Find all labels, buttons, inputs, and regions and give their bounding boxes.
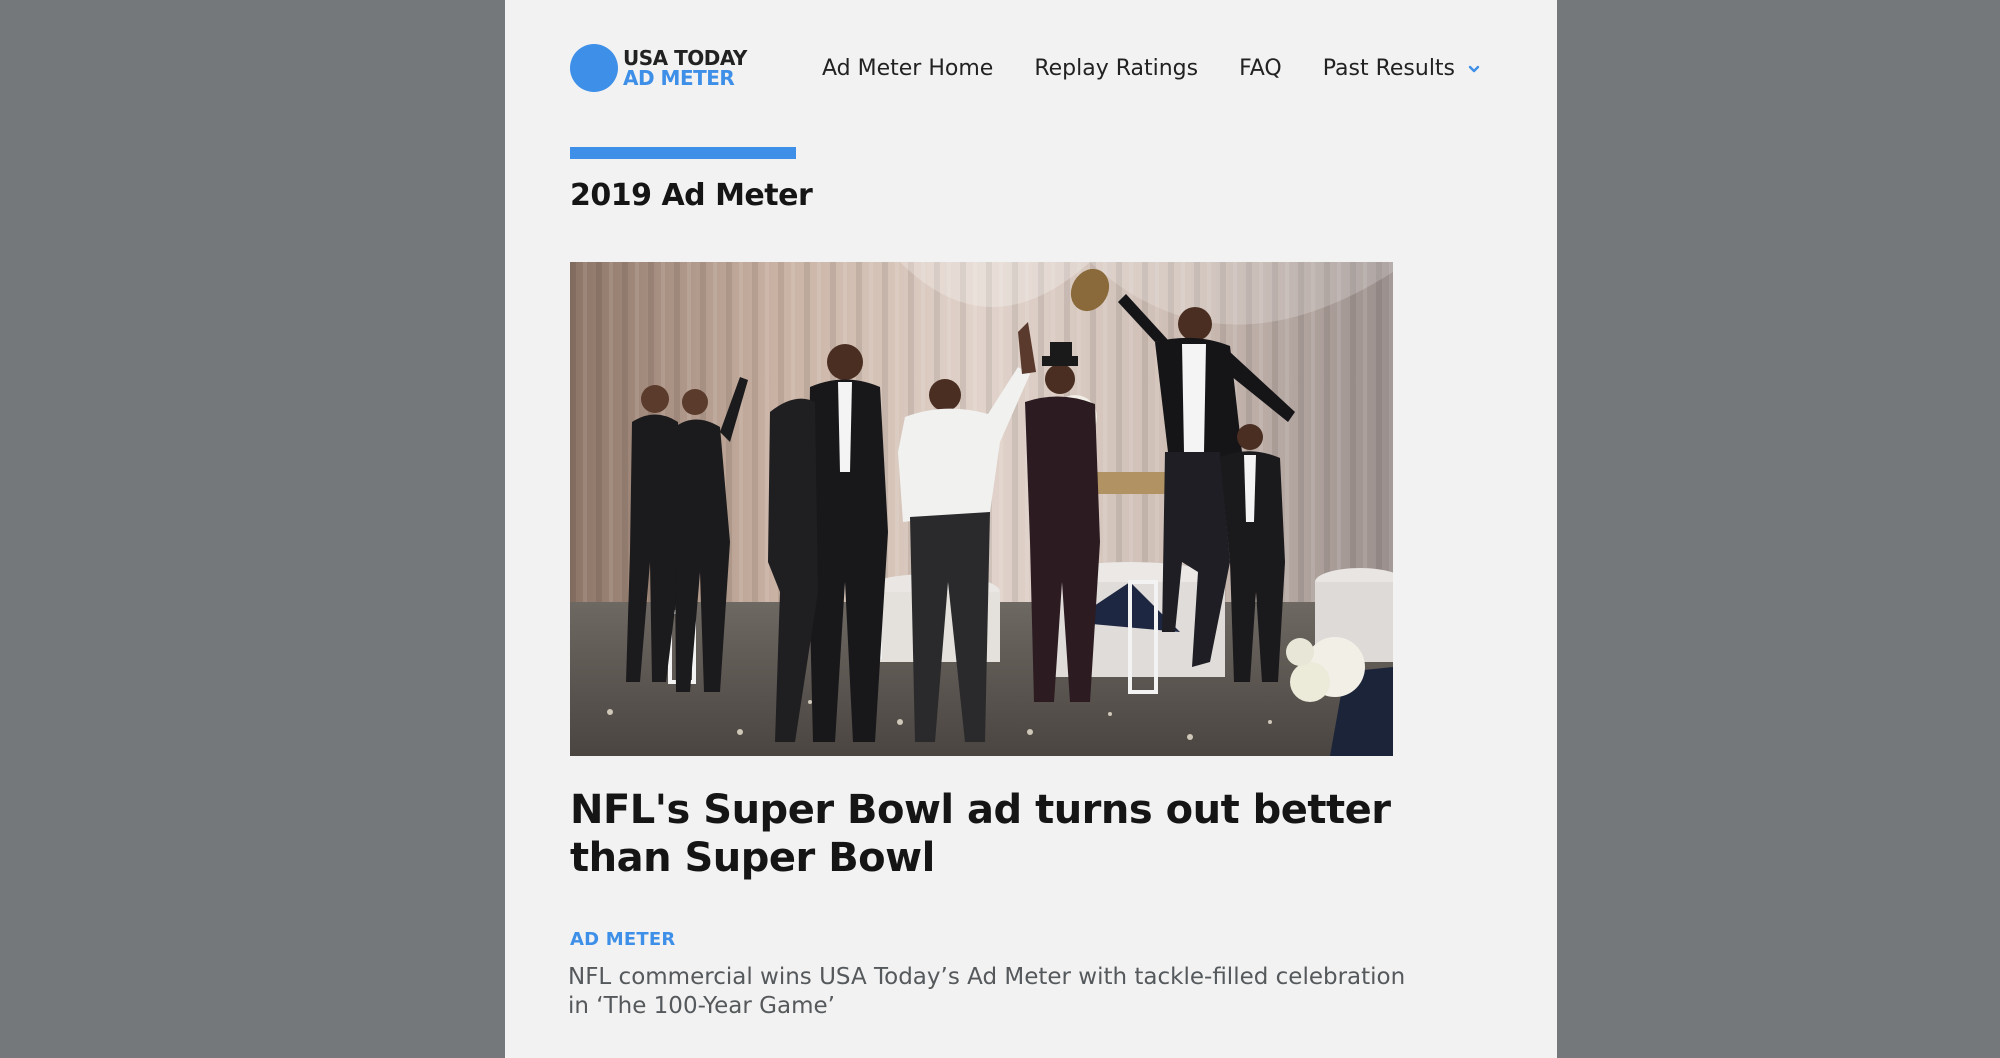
section-title: 2019 Ad Meter <box>570 178 813 213</box>
article-category-link[interactable]: AD METER <box>570 929 675 950</box>
nav-item-label: FAQ <box>1239 56 1282 81</box>
logo-dot-icon <box>570 44 618 92</box>
article-hero-image[interactable] <box>570 262 1393 756</box>
page-container: USA TODAY AD METER Ad Meter Home Replay … <box>505 0 1557 1058</box>
nav-item-label: Ad Meter Home <box>822 56 994 81</box>
site-logo[interactable]: USA TODAY AD METER <box>570 42 770 98</box>
site-header: USA TODAY AD METER Ad Meter Home Replay … <box>570 42 1500 98</box>
chevron-down-icon <box>1468 65 1480 72</box>
nav-item-ad-meter-home[interactable]: Ad Meter Home <box>822 56 993 81</box>
hero-photo <box>570 262 1393 756</box>
logo-text-ad-meter: AD METER <box>623 66 735 90</box>
nav-item-replay-ratings[interactable]: Replay Ratings <box>1034 56 1198 81</box>
nav-item-label: Past Results <box>1322 56 1456 81</box>
article-headline[interactable]: NFL's Super Bowl ad turns out better tha… <box>570 786 1393 882</box>
nav-item-past-results[interactable]: Past Results <box>1323 56 1481 81</box>
section-accent-bar <box>570 147 796 159</box>
nav-item-label: Replay Ratings <box>1034 56 1199 81</box>
main-nav: Ad Meter Home Replay Ratings FAQ Past Re… <box>822 56 1481 81</box>
nav-item-faq[interactable]: FAQ <box>1239 56 1282 81</box>
article-summary: NFL commercial wins USA Today’s Ad Meter… <box>568 964 1406 1019</box>
